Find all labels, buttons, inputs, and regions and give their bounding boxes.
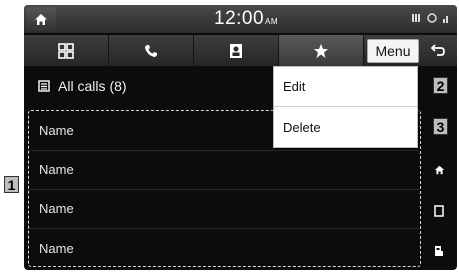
contact-card-icon (435, 246, 443, 256)
back-button[interactable] (422, 39, 454, 61)
clock: 12:00AM (214, 8, 278, 30)
tab-bar: Menu (24, 35, 457, 66)
home-icon (35, 13, 47, 25)
list-item-label: Name (39, 201, 74, 216)
side-home-button[interactable] (429, 160, 449, 180)
contacts-icon (230, 43, 242, 58)
tab-favorites[interactable] (279, 35, 364, 66)
list-header: All calls (8) (24, 69, 274, 103)
phone-link-icon (427, 13, 438, 23)
list-item[interactable]: Name (29, 189, 419, 229)
menu-button[interactable]: Menu (367, 39, 419, 63)
status-bar: 12:00AM (24, 5, 457, 33)
clock-time: 12:00 (214, 8, 265, 29)
callout-badge-1: 1 (4, 176, 19, 193)
manual-figure: 1 12:00AM Menu All calls (8) Name Name N… (0, 0, 459, 272)
side-page-button[interactable] (429, 201, 449, 221)
tab-favorites-grid[interactable] (24, 35, 109, 66)
phone-icon (145, 44, 157, 57)
star-icon (314, 43, 328, 58)
list-item-label: Name (39, 240, 74, 256)
callout-badge-2: 2 (433, 77, 448, 94)
menu-item-delete[interactable]: Delete (274, 107, 417, 147)
list-icon (38, 80, 50, 92)
side-contact-button[interactable] (429, 241, 449, 261)
list-item[interactable]: Name (29, 150, 419, 190)
tab-call-history[interactable] (109, 35, 194, 66)
list-header-count: (8) (109, 78, 127, 94)
network-icon (443, 16, 448, 23)
menu-item-edit[interactable]: Edit (274, 67, 417, 107)
options-popup-menu: Edit Delete (273, 66, 418, 148)
bluetooth-signal-icon (411, 14, 420, 22)
list-item-label: Name (39, 123, 74, 138)
page-icon (434, 205, 444, 217)
tab-contacts[interactable] (194, 35, 279, 66)
status-icons (411, 13, 451, 25)
callout-badge-3: 3 (433, 118, 448, 135)
list-item[interactable]: Name (29, 228, 419, 268)
list-item-label: Name (39, 162, 74, 177)
grid-icon (58, 42, 74, 59)
clock-ampm: AM (265, 17, 279, 26)
list-header-label: All calls (58, 78, 106, 94)
home-icon (434, 165, 444, 175)
home-button[interactable] (26, 7, 56, 31)
back-arrow-icon (430, 44, 445, 56)
